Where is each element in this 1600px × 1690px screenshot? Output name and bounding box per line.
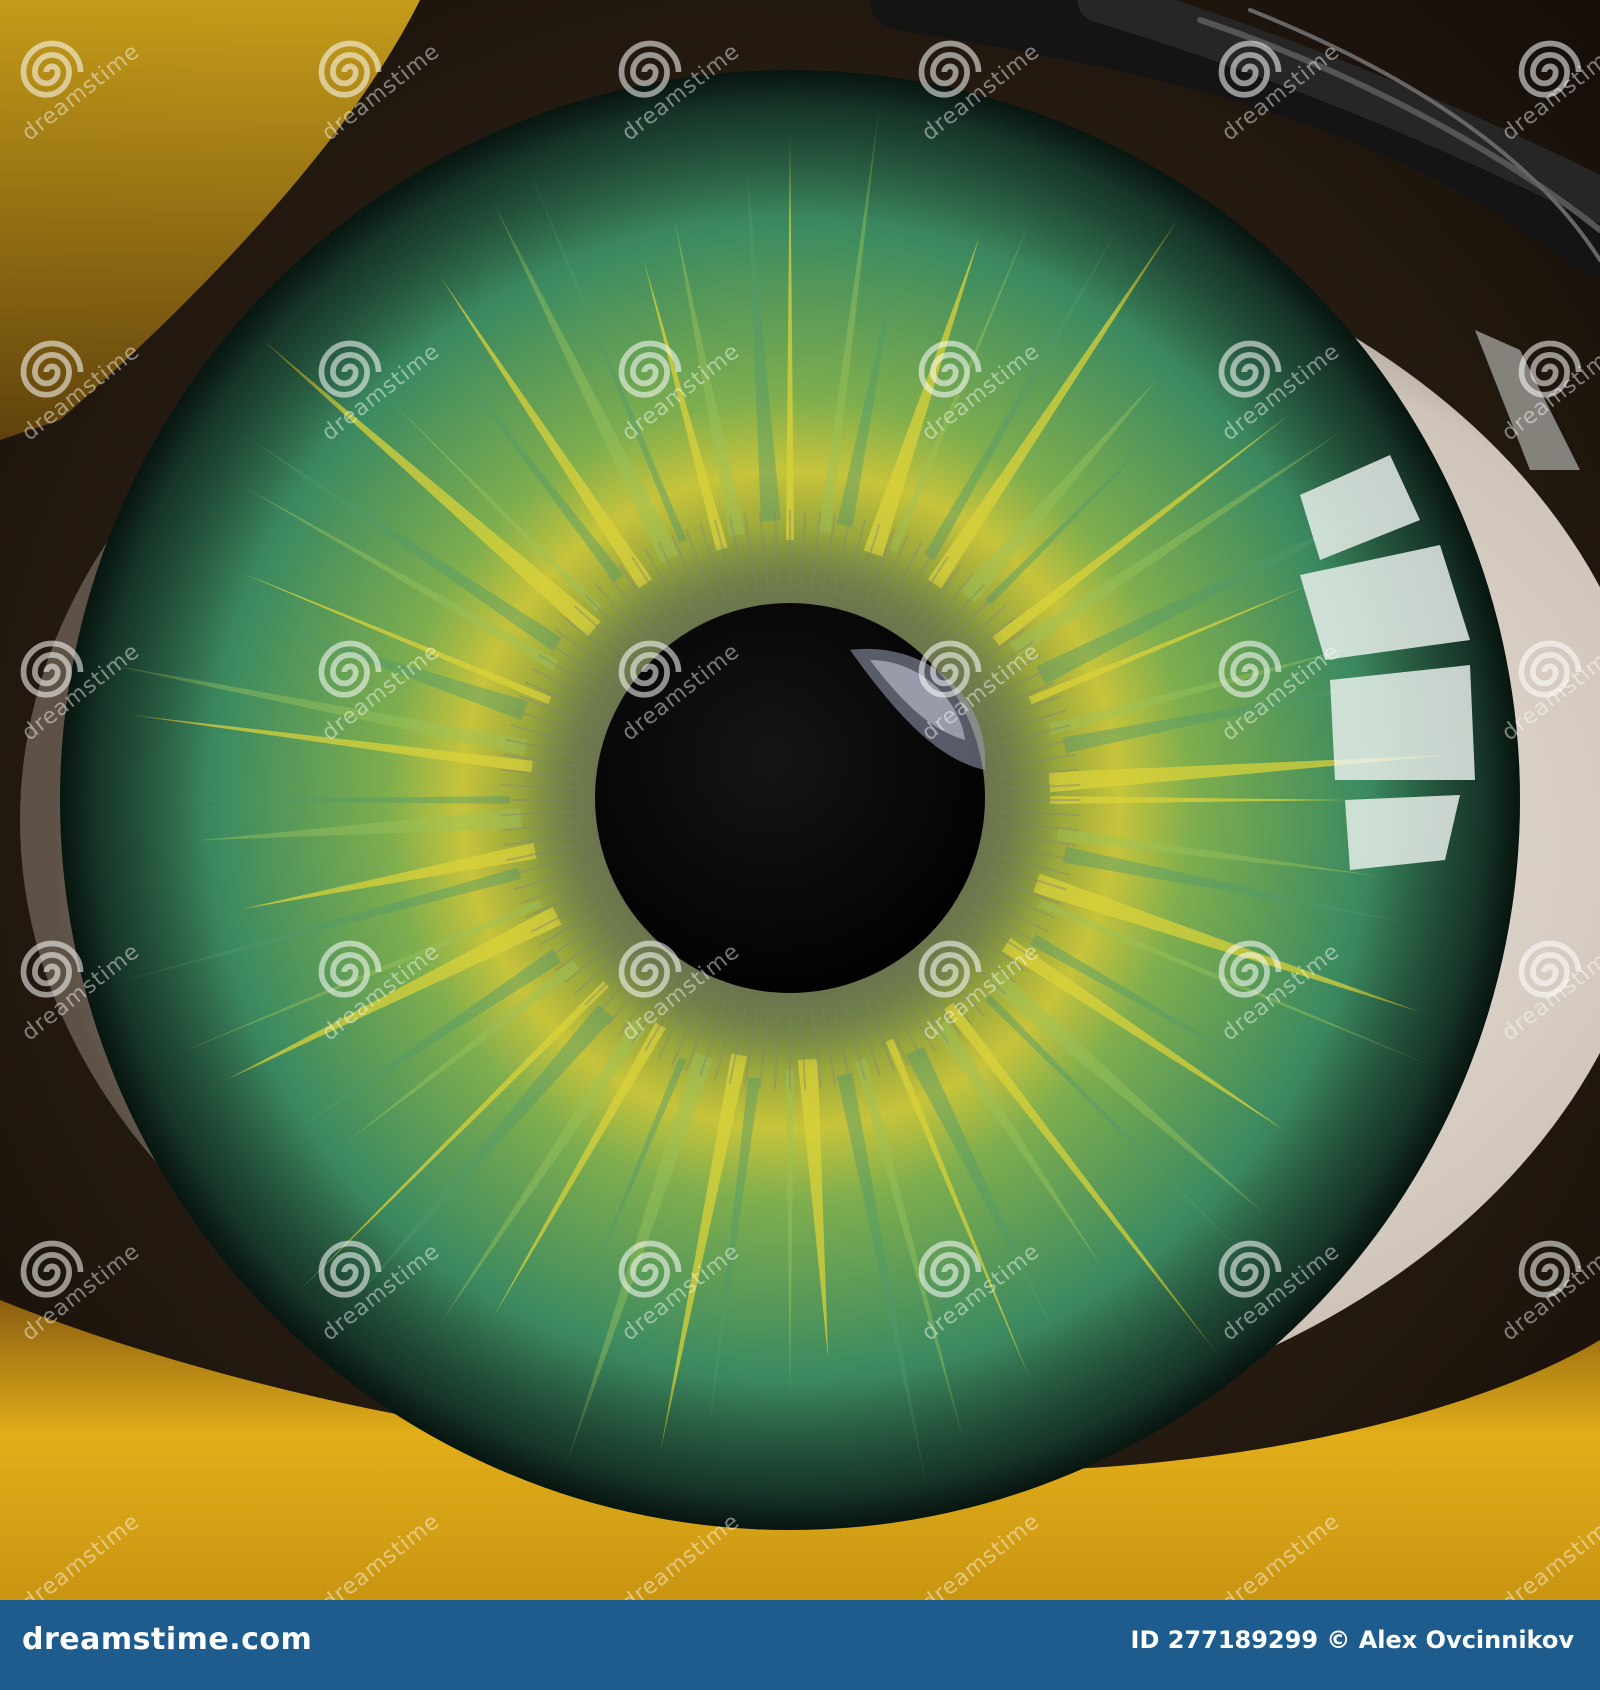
eye-macro-photo bbox=[0, 0, 1600, 1600]
footer-credit: ID 277189299 © Alex Ovcinnikov bbox=[1130, 1626, 1574, 1654]
footer-brand[interactable]: dreamstime.com bbox=[22, 1622, 312, 1657]
stock-footer-bar: dreamstime.com ID 277189299 © Alex Ovcin… bbox=[0, 1600, 1600, 1690]
stock-photo-frame: dreamstime dreamstime dreamstime dreamstime… bbox=[0, 0, 1600, 1690]
